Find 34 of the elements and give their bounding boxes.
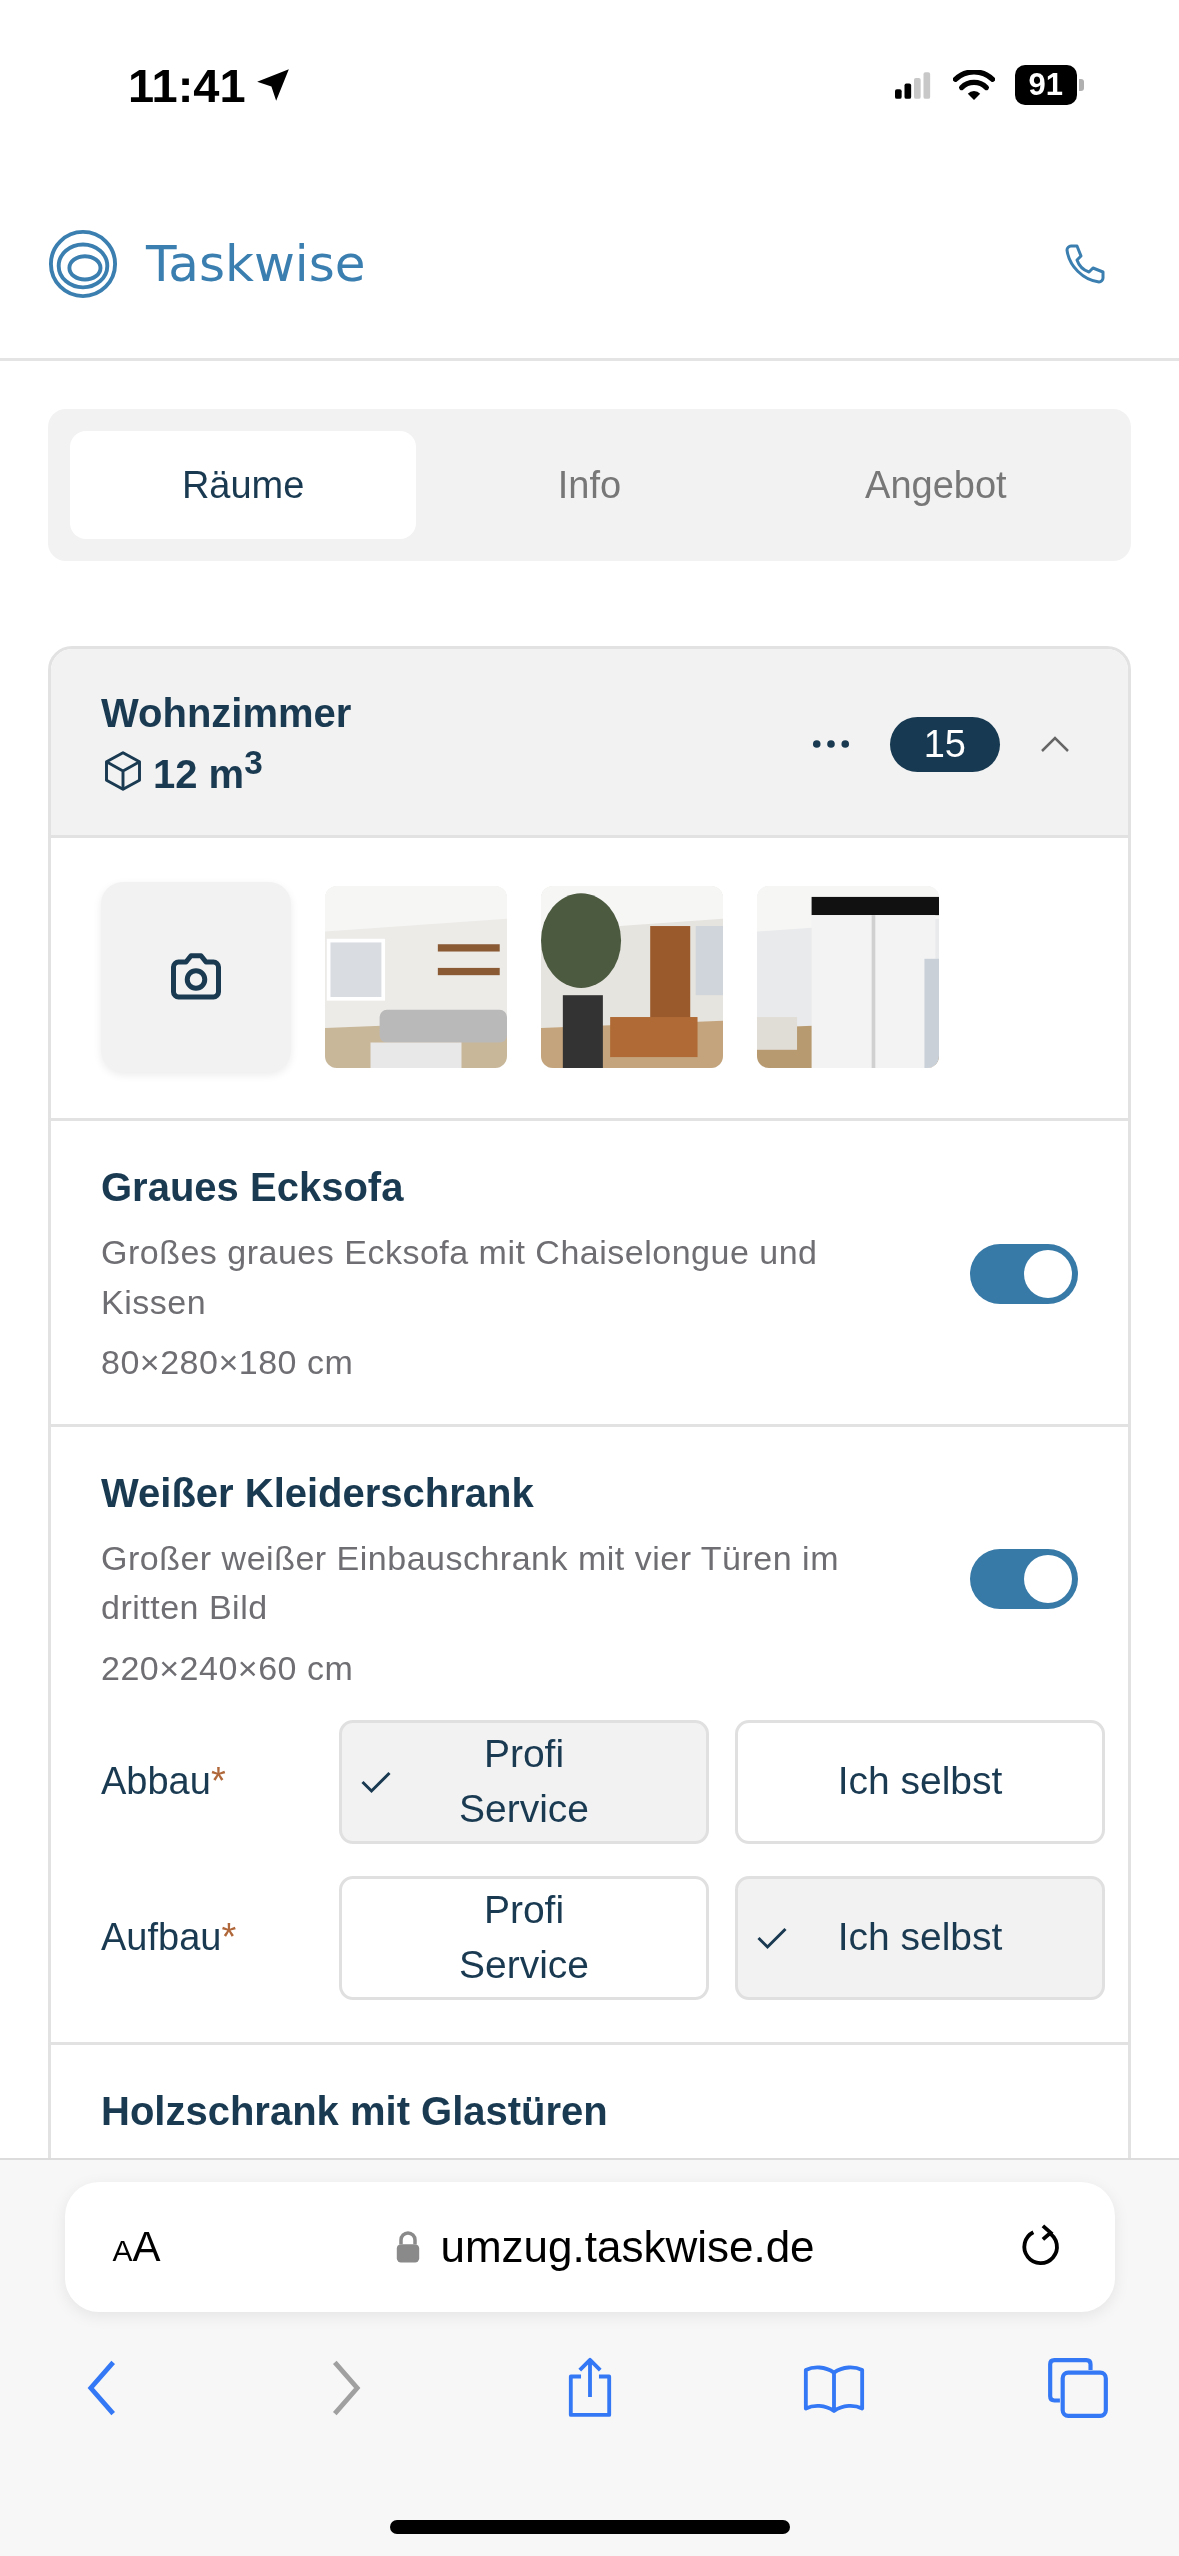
room-name: Wohnzimmer	[101, 691, 352, 736]
brand-name: Taskwise	[146, 235, 366, 293]
tab[interactable]: Räume	[70, 431, 417, 539]
battery-indicator: 91	[1014, 65, 1077, 105]
choice-button[interactable]: Ich selbst	[735, 1719, 1105, 1844]
tab[interactable]: Angebot	[762, 431, 1109, 539]
item-description: Großer weißer Einbauschrank mit vier Türen im dritten Bild	[101, 1537, 840, 1629]
choice-button[interactable]: Profi Service	[339, 1875, 709, 2000]
room-header[interactable]: Wohnzimmer 12 m$^{3}$ 15	[51, 649, 1128, 839]
signal-icon	[894, 71, 933, 99]
tab[interactable]: Info	[416, 431, 763, 539]
item-count-badge: 15	[889, 716, 1000, 772]
more-icon[interactable]	[811, 739, 850, 750]
item-name: Graues Ecksofa	[101, 1165, 405, 1211]
logo-icon	[48, 229, 118, 299]
battery-cap-icon	[1079, 79, 1084, 91]
choice-button[interactable]: Profi Service	[339, 1719, 709, 1844]
url-text: umzug.taskwise.de	[440, 2222, 815, 2272]
clock-time: 11:41	[128, 57, 246, 113]
item-name: Weißer Kleiderschrank	[101, 1470, 535, 1516]
tabs-icon[interactable]	[1045, 2356, 1110, 2420]
choice-button[interactable]: Ich selbst	[735, 1875, 1105, 2000]
wifi-icon	[952, 69, 995, 101]
chevron-icon[interactable]	[1040, 735, 1070, 754]
option-label: Abbau*	[101, 1760, 227, 1803]
address-bar[interactable]: AA umzug.taskwise.de	[64, 2182, 1115, 2312]
item-name: Holzschrank mit Glastüren	[101, 2088, 609, 2134]
item-dimensions: 220×240×60 cm	[101, 1648, 355, 1688]
item-description: Großes graues Ecksofa mit Chaiselongue und Kissen	[101, 1232, 819, 1323]
room-volume: 12 m$^{3}$	[153, 744, 263, 798]
text-size-button[interactable]: AA	[112, 2223, 161, 2271]
option-label: Aufbau*	[101, 1916, 238, 1959]
add-photo-button[interactable]	[101, 882, 291, 1073]
item-dimensions: 80×280×180 cm	[101, 1342, 355, 1382]
